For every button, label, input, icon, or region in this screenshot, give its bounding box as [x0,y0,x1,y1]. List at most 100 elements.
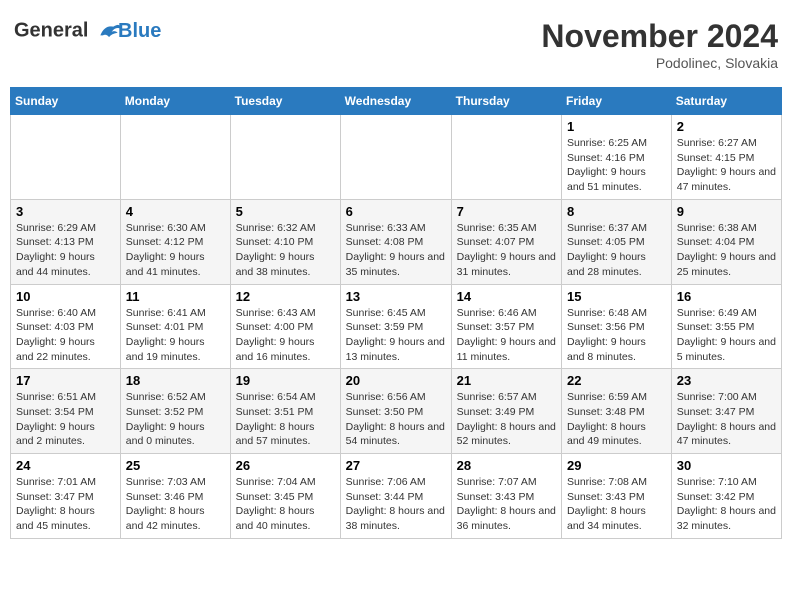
calendar-week-row: 1Sunrise: 6:25 AM Sunset: 4:16 PM Daylig… [11,115,782,200]
calendar-cell: 1Sunrise: 6:25 AM Sunset: 4:16 PM Daylig… [562,115,672,200]
day-number: 24 [16,458,115,473]
logo-line1: General [14,19,88,41]
col-header-thursday: Thursday [451,88,561,115]
calendar-week-row: 24 Sunrise: 7:01 AM Sunset: 3:47 PM Dayli… [11,454,782,539]
calendar-cell: 16 Sunrise: 6:49 AM Sunset: 3:55 PM Dayli… [671,284,781,369]
location: Podolinec, Slovakia [541,55,778,71]
calendar-cell: 15Sunrise: 6:48 AM Sunset: 3:56 PM Dayli… [562,284,672,369]
day-number: 10 [16,289,115,304]
calendar-cell: 4 Sunrise: 6:30 AM Sunset: 4:12 PM Daylig… [120,199,230,284]
day-number: 16 [677,289,776,304]
day-number: 1 [567,119,666,134]
calendar-week-row: 3 Sunrise: 6:29 AM Sunset: 4:13 PM Daylig… [11,199,782,284]
calendar-cell: 18 Sunrise: 6:52 AM Sunset: 3:52 PM Dayli… [120,369,230,454]
calendar-cell: 19Sunrise: 6:54 AM Sunset: 3:51 PM Dayli… [230,369,340,454]
day-info: Sunrise: 7:08 AM Sunset: 3:43 PM Dayligh… [567,475,666,534]
day-info: Sunrise: 7:10 AM Sunset: 3:42 PM Dayligh… [677,475,776,534]
calendar-cell: 3 Sunrise: 6:29 AM Sunset: 4:13 PM Daylig… [11,199,121,284]
calendar-week-row: 17 Sunrise: 6:51 AM Sunset: 3:54 PM Dayli… [11,369,782,454]
day-number: 12 [236,289,335,304]
day-info: Sunrise: 6:40 AM Sunset: 4:03 PM Dayligh… [16,306,115,365]
calendar-cell [451,115,561,200]
day-info: Sunrise: 7:07 AM Sunset: 3:43 PM Dayligh… [457,475,556,534]
day-number: 15 [567,289,666,304]
day-number: 5 [236,204,335,219]
calendar-cell: 29Sunrise: 7:08 AM Sunset: 3:43 PM Dayli… [562,454,672,539]
day-info: Sunrise: 6:30 AM Sunset: 4:12 PM Dayligh… [126,221,225,280]
calendar-cell: 28 Sunrise: 7:07 AM Sunset: 3:43 PM Dayli… [451,454,561,539]
day-number: 21 [457,373,556,388]
calendar-cell: 22Sunrise: 6:59 AM Sunset: 3:48 PM Dayli… [562,369,672,454]
day-info: Sunrise: 6:29 AM Sunset: 4:13 PM Dayligh… [16,221,115,280]
day-number: 20 [346,373,446,388]
calendar-cell: 7Sunrise: 6:35 AM Sunset: 4:07 PM Daylig… [451,199,561,284]
day-info: Sunrise: 6:52 AM Sunset: 3:52 PM Dayligh… [126,390,225,449]
day-info: Sunrise: 6:37 AM Sunset: 4:05 PM Dayligh… [567,221,666,280]
calendar-cell: 14 Sunrise: 6:46 AM Sunset: 3:57 PM Dayli… [451,284,561,369]
logo: General Blue [14,18,161,44]
day-info: Sunrise: 7:06 AM Sunset: 3:44 PM Dayligh… [346,475,446,534]
page-header: General Blue November 2024 Podolinec, Sl… [10,10,782,79]
day-number: 28 [457,458,556,473]
day-info: Sunrise: 6:43 AM Sunset: 4:00 PM Dayligh… [236,306,335,365]
day-number: 7 [457,204,556,219]
calendar-cell: 23 Sunrise: 7:00 AM Sunset: 3:47 PM Dayli… [671,369,781,454]
day-info: Sunrise: 6:46 AM Sunset: 3:57 PM Dayligh… [457,306,556,365]
day-number: 11 [126,289,225,304]
calendar-table: SundayMondayTuesdayWednesdayThursdayFrid… [10,87,782,539]
calendar-cell [11,115,121,200]
day-info: Sunrise: 6:32 AM Sunset: 4:10 PM Dayligh… [236,221,335,280]
calendar-cell: 21 Sunrise: 6:57 AM Sunset: 3:49 PM Dayli… [451,369,561,454]
calendar-cell: 26Sunrise: 7:04 AM Sunset: 3:45 PM Dayli… [230,454,340,539]
day-info: Sunrise: 6:45 AM Sunset: 3:59 PM Dayligh… [346,306,446,365]
calendar-cell: 20 Sunrise: 6:56 AM Sunset: 3:50 PM Dayli… [340,369,451,454]
day-info: Sunrise: 6:57 AM Sunset: 3:49 PM Dayligh… [457,390,556,449]
logo-line2: Blue [118,20,161,42]
col-header-monday: Monday [120,88,230,115]
calendar-cell: 24 Sunrise: 7:01 AM Sunset: 3:47 PM Dayli… [11,454,121,539]
day-info: Sunrise: 6:56 AM Sunset: 3:50 PM Dayligh… [346,390,446,449]
calendar-cell: 17 Sunrise: 6:51 AM Sunset: 3:54 PM Dayli… [11,369,121,454]
day-info: Sunrise: 6:41 AM Sunset: 4:01 PM Dayligh… [126,306,225,365]
col-header-friday: Friday [562,88,672,115]
day-number: 3 [16,204,115,219]
calendar-header-row: SundayMondayTuesdayWednesdayThursdayFrid… [11,88,782,115]
day-number: 17 [16,373,115,388]
day-info: Sunrise: 6:54 AM Sunset: 3:51 PM Dayligh… [236,390,335,449]
day-number: 14 [457,289,556,304]
day-info: Sunrise: 7:04 AM Sunset: 3:45 PM Dayligh… [236,475,335,534]
calendar-cell: 25Sunrise: 7:03 AM Sunset: 3:46 PM Dayli… [120,454,230,539]
calendar-cell: 5 Sunrise: 6:32 AM Sunset: 4:10 PM Daylig… [230,199,340,284]
col-header-sunday: Sunday [11,88,121,115]
day-info: Sunrise: 6:33 AM Sunset: 4:08 PM Dayligh… [346,221,446,280]
day-number: 2 [677,119,776,134]
day-number: 4 [126,204,225,219]
calendar-cell: 13 Sunrise: 6:45 AM Sunset: 3:59 PM Dayli… [340,284,451,369]
calendar-cell: 30Sunrise: 7:10 AM Sunset: 3:42 PM Dayli… [671,454,781,539]
day-info: Sunrise: 7:03 AM Sunset: 3:46 PM Dayligh… [126,475,225,534]
col-header-wednesday: Wednesday [340,88,451,115]
day-number: 9 [677,204,776,219]
day-number: 27 [346,458,446,473]
day-info: Sunrise: 6:49 AM Sunset: 3:55 PM Dayligh… [677,306,776,365]
day-info: Sunrise: 6:59 AM Sunset: 3:48 PM Dayligh… [567,390,666,449]
calendar-cell: 11 Sunrise: 6:41 AM Sunset: 4:01 PM Dayli… [120,284,230,369]
calendar-cell: 2 Sunrise: 6:27 AM Sunset: 4:15 PM Daylig… [671,115,781,200]
calendar-cell: 27 Sunrise: 7:06 AM Sunset: 3:44 PM Dayli… [340,454,451,539]
month-title: November 2024 [541,18,778,55]
day-info: Sunrise: 7:00 AM Sunset: 3:47 PM Dayligh… [677,390,776,449]
day-number: 18 [126,373,225,388]
day-info: Sunrise: 6:38 AM Sunset: 4:04 PM Dayligh… [677,221,776,280]
day-info: Sunrise: 6:27 AM Sunset: 4:15 PM Dayligh… [677,136,776,195]
calendar-cell: 9 Sunrise: 6:38 AM Sunset: 4:04 PM Daylig… [671,199,781,284]
day-info: Sunrise: 6:51 AM Sunset: 3:54 PM Dayligh… [16,390,115,449]
calendar-cell [120,115,230,200]
day-number: 13 [346,289,446,304]
day-number: 23 [677,373,776,388]
calendar-cell [230,115,340,200]
calendar-cell: 10 Sunrise: 6:40 AM Sunset: 4:03 PM Dayli… [11,284,121,369]
calendar-cell: 8Sunrise: 6:37 AM Sunset: 4:05 PM Daylig… [562,199,672,284]
day-info: Sunrise: 7:01 AM Sunset: 3:47 PM Dayligh… [16,475,115,534]
calendar-cell: 6Sunrise: 6:33 AM Sunset: 4:08 PM Daylig… [340,199,451,284]
title-block: November 2024 Podolinec, Slovakia [541,18,778,71]
